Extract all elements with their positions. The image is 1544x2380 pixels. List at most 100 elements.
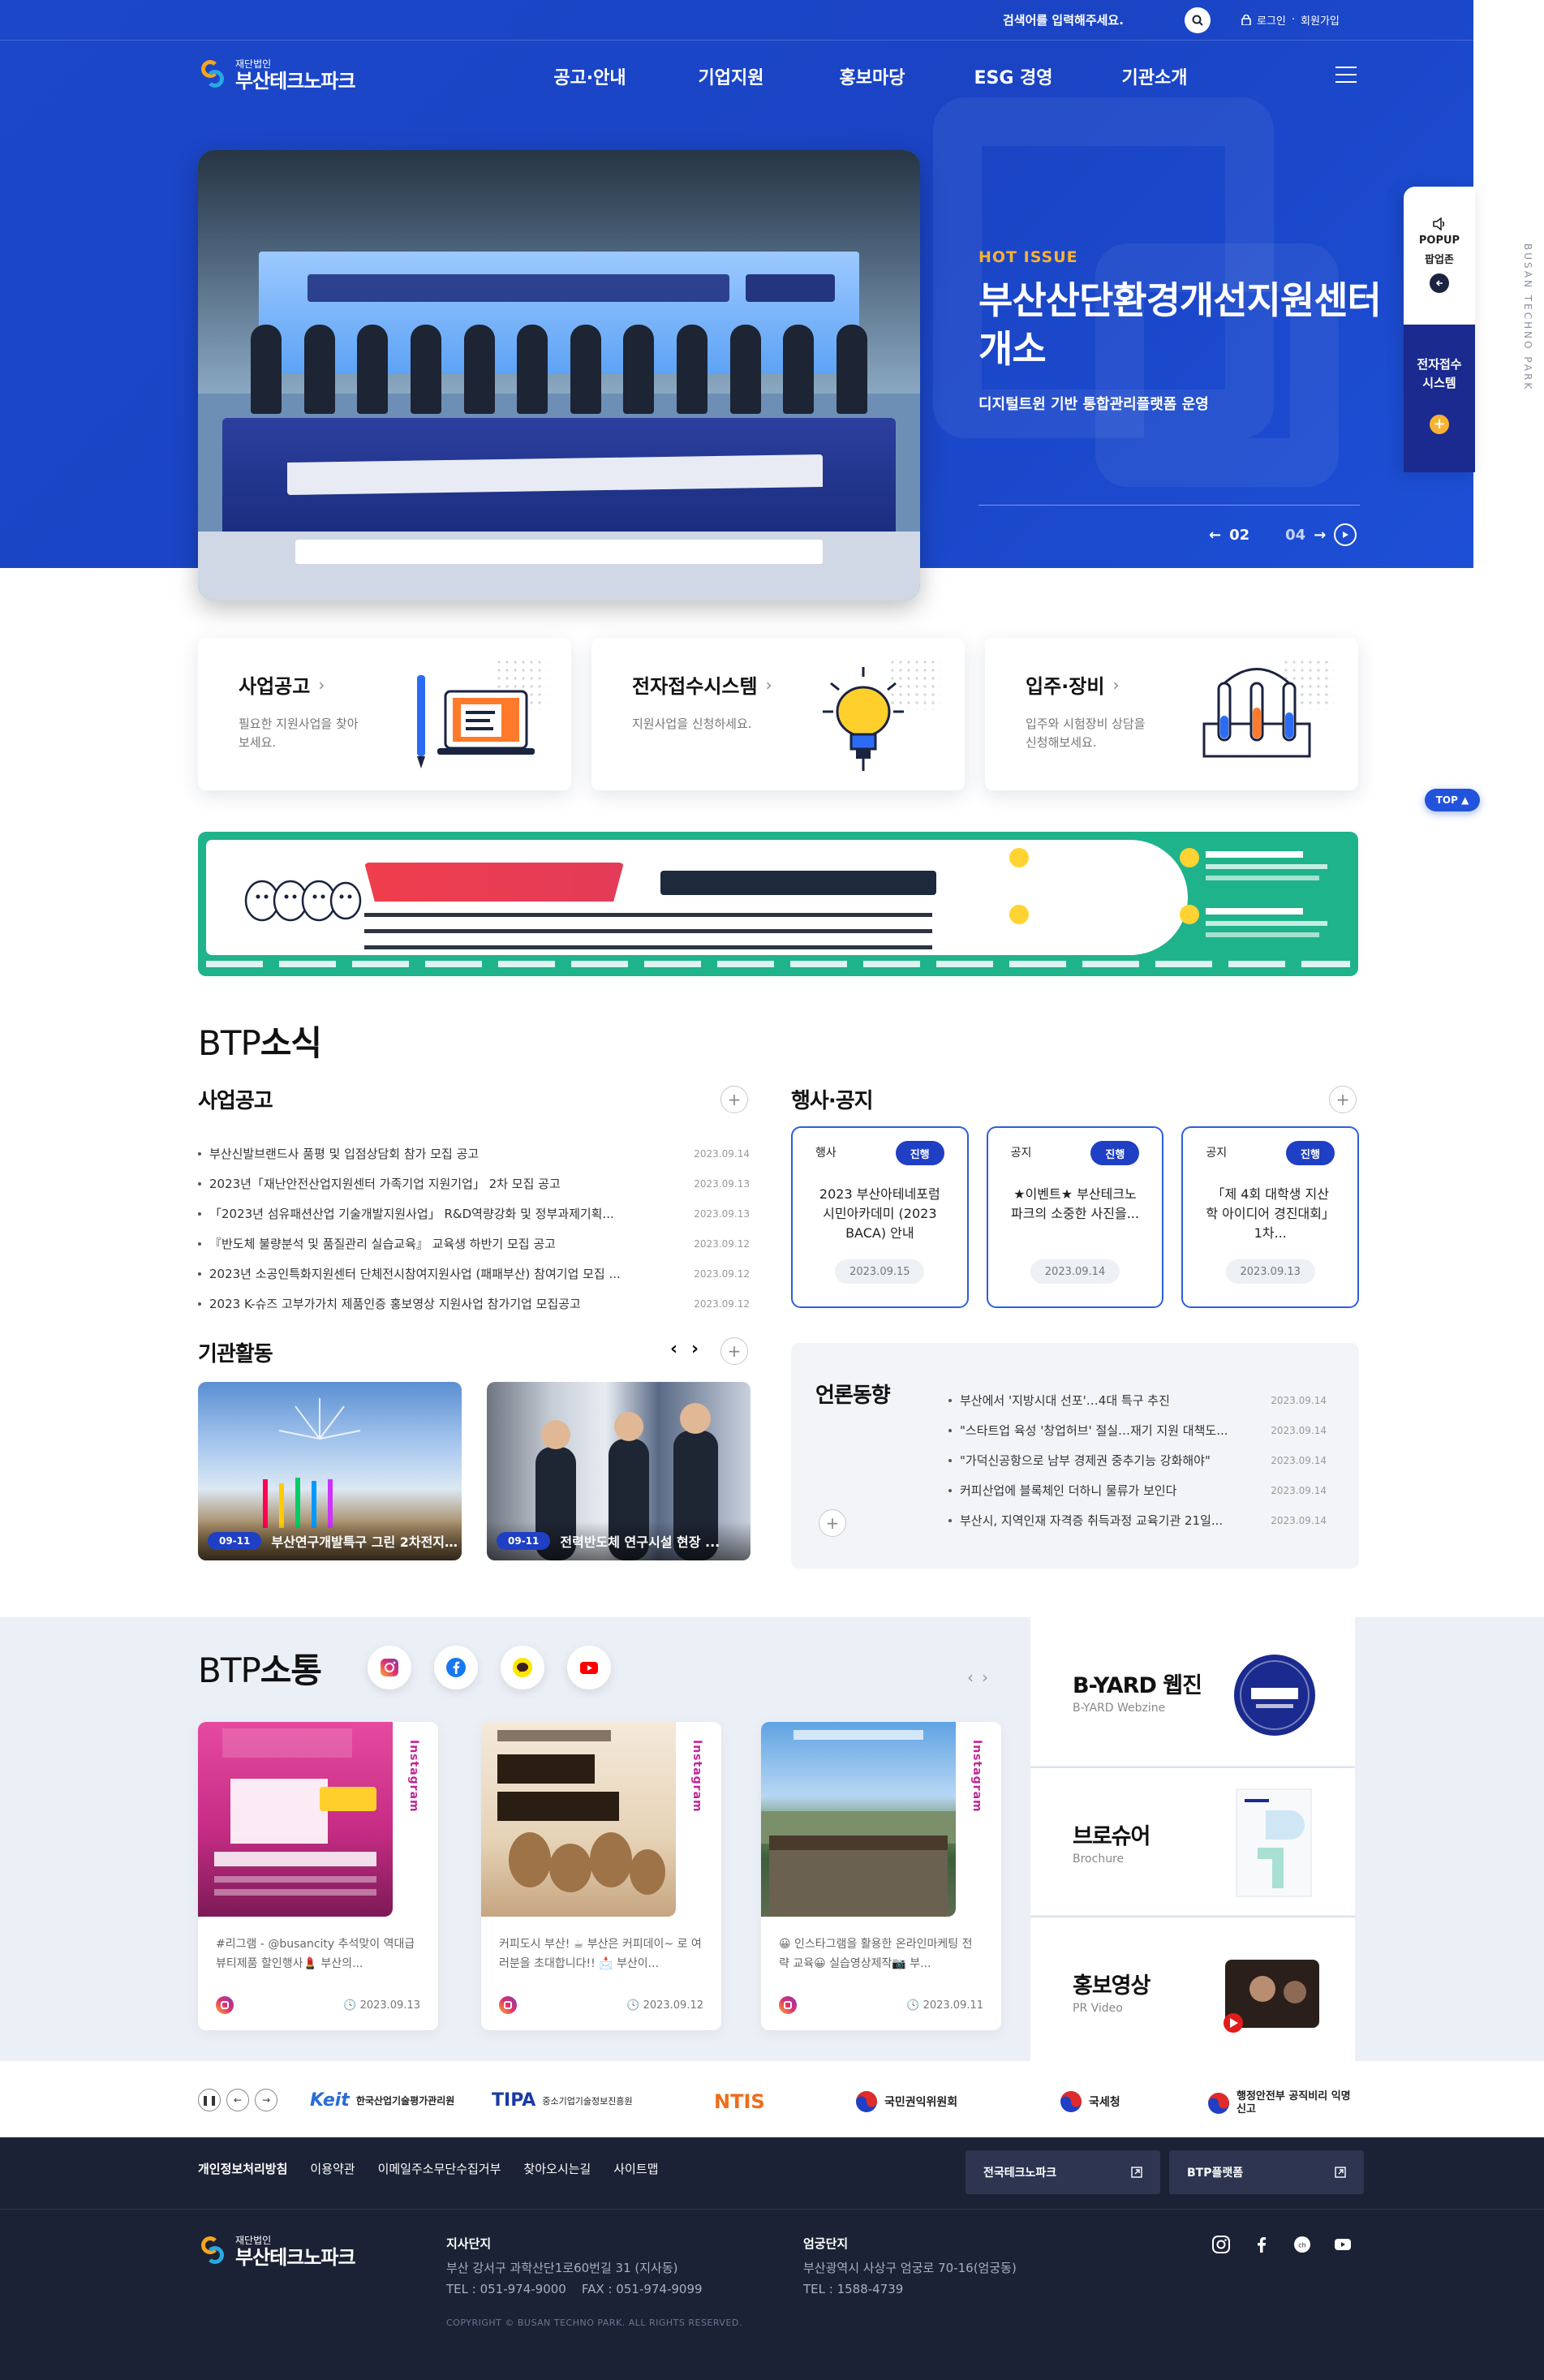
top-label: TOP	[1435, 794, 1458, 806]
facebook-icon[interactable]	[1252, 2235, 1271, 2254]
search-input[interactable]: 검색어를 입력해주세요.	[1003, 11, 1124, 28]
family-site-nts[interactable]: 국세청	[1060, 2090, 1120, 2113]
sns-post-card[interactable]: Instagram 😀 인스타그램을 활용한 온라인마케팅 전략 교육😀 실습영…	[761, 1722, 1001, 2030]
family-site-acrc[interactable]: 국민권익위원회	[855, 2090, 957, 2113]
arrow-left-icon[interactable]: ←	[226, 2089, 249, 2111]
event-card[interactable]: 행사 진행 2023 부산아테네포럼 시민아카데미 (2023 BACA) 안내…	[791, 1126, 969, 1308]
hamburger-menu-icon[interactable]	[1335, 67, 1357, 83]
sns-post-text: 커피도시 부산! ☕ 부산은 커피데이~ 로 여러분을 초대합니다!! 📩 부산…	[499, 1938, 702, 1970]
footer-link-privacy[interactable]: 개인정보처리방침	[198, 2160, 287, 2177]
family-site-tipa[interactable]: TIPA 중소기업기술정보진흥원	[492, 2090, 633, 2111]
nav-item-about[interactable]: 기관소개	[1084, 63, 1225, 89]
sns-post-card[interactable]: Instagram #리그램 - @busancity 추석맞이 역대급 뷰티제…	[198, 1722, 438, 2030]
gnb-menu: 공고·안내 기업지원 홍보마당 ESG 경영 기관소개	[519, 63, 1225, 89]
activity-card[interactable]: 09-11 전력반도체 연구시설 현장 ...	[487, 1382, 750, 1560]
search-button[interactable]	[1185, 7, 1211, 33]
service-card-online[interactable]: 전자접수시스템 › 지원사업을 신청하세요.	[591, 638, 965, 790]
chevron-right-icon[interactable]: ›	[982, 1668, 988, 1687]
notices-more-button[interactable]: +	[720, 1086, 748, 1113]
play-icon[interactable]	[1334, 523, 1357, 546]
footer-logo: 재단법인 부산테크노파크	[198, 2235, 356, 2267]
nav-item-support[interactable]: 기업지원	[660, 63, 802, 89]
list-item[interactable]: 『반도체 불량분석 및 품질관리 실습교육』 교육생 하반기 모집 공고 2023…	[198, 1229, 750, 1259]
nav-item-notice[interactable]: 공고·안내	[519, 63, 660, 89]
notice-date: 2023.09.13	[694, 1207, 750, 1220]
service-card-equipment[interactable]: 입주·장비 › 입주와 시험장비 상담을 신청해보세요.	[985, 638, 1358, 790]
popup-zone-button[interactable]: POPUP 팝업존	[1404, 187, 1475, 325]
service-card-notice[interactable]: 사업공고 › 필요한 지원사업을 찾아보세요.	[198, 638, 571, 790]
national-tp-button[interactable]: 전국테크노파크	[966, 2150, 1160, 2194]
list-item[interactable]: 「2023년 섬유패션산업 기술개발지원사업」 R&D역량강화 및 정부과제기획…	[198, 1199, 750, 1229]
list-item[interactable]: "스타트업 육성 '창업허브' 절실…재기 지원 대책도... 2023.09.1…	[948, 1415, 1327, 1445]
sns-post-date: 🕓 2023.09.11	[906, 1999, 983, 2012]
next-arrow-icon[interactable]: →	[1314, 527, 1326, 544]
arrow-right-icon[interactable]: →	[255, 2089, 277, 2111]
press-item-date: 2023.09.14	[1271, 1394, 1327, 1406]
video-thumbnail-icon	[1224, 1960, 1319, 2033]
prev-arrow-icon[interactable]: ←	[1209, 527, 1221, 544]
list-item[interactable]: 부산에서 '지방시대 선포'…4대 특구 추진 2023.09.14	[948, 1385, 1327, 1415]
chevron-left-icon[interactable]: ‹	[967, 1668, 974, 1687]
activity-date: 09-11	[497, 1532, 551, 1550]
list-item[interactable]: 2023년「재난안전산업지원센터 가족기업 지원기업」 2차 모집 공고 2023…	[198, 1168, 750, 1199]
event-banner[interactable]	[198, 832, 1358, 976]
nav-item-promotion[interactable]: 홍보마당	[802, 63, 943, 89]
instagram-label: Instagram	[690, 1740, 703, 1813]
kakao-icon[interactable]	[501, 1646, 544, 1689]
join-link[interactable]: 회원가입	[1301, 12, 1340, 28]
keit-logo-mark: Keit	[310, 2090, 350, 2111]
hero-photo[interactable]	[198, 150, 920, 600]
notice-title: 2023년「재난안전산업지원센터 가족기업 지원기업」 2차 모집 공고	[198, 1175, 660, 1192]
list-item[interactable]: "가덕신공항으로 남부 경제권 중추기능 강화해야" 2023.09.14	[948, 1445, 1327, 1475]
footer-link-terms[interactable]: 이용약관	[310, 2160, 355, 2177]
hero-label: HOT ISSUE	[978, 248, 1078, 266]
list-item[interactable]: 부산신발브랜드사 품평 및 입점상담회 참가 모집 공고 2023.09.14	[198, 1138, 750, 1168]
site-logo[interactable]: 재단법인 부산테크노파크	[198, 58, 356, 91]
btp-platform-button[interactable]: BTP플랫폼	[1169, 2150, 1364, 2194]
footer-link-sitemap[interactable]: 사이트맵	[613, 2160, 658, 2177]
events-more-button[interactable]: +	[1329, 1086, 1357, 1113]
webzine-panel[interactable]: B-YARD 웹진 B-YARD Webzine	[1030, 1617, 1355, 1766]
branch-contact: TEL : 1588-4739	[803, 2282, 904, 2296]
family-site-mois[interactable]: 행정안전부 공직비리 익명신고	[1207, 2090, 1358, 2116]
instagram-icon[interactable]	[368, 1646, 411, 1689]
activity-title: 기관활동	[198, 1342, 273, 1366]
login-link[interactable]: 로그인	[1257, 12, 1286, 28]
brochure-panel[interactable]: 브로슈어 Brochure	[1030, 1767, 1355, 1915]
list-item[interactable]: 2023 K-슈즈 고부가가치 제품인증 홍보영상 지원사업 참가기업 모집공고…	[198, 1289, 750, 1319]
press-more-button[interactable]: +	[819, 1509, 846, 1537]
popup-label: POPUP	[1418, 235, 1460, 247]
list-item[interactable]: 부산시, 지역인재 자격증 취득과정 교육기관 21일... 2023.09.14	[948, 1505, 1327, 1535]
kakao-icon[interactable]: ch	[1292, 2235, 1312, 2254]
family-site-keit[interactable]: Keit 한국산업기술평가관리원	[310, 2090, 454, 2111]
activity-date: 09-11	[208, 1532, 262, 1550]
instagram-icon[interactable]	[1211, 2235, 1231, 2254]
list-item[interactable]: 커피산업에 블록체인 더하니 물류가 보인다 2023.09.14	[948, 1475, 1327, 1505]
nav-item-esg[interactable]: ESG 경영	[943, 63, 1084, 89]
footer-link-directions[interactable]: 찾아오시는길	[523, 2160, 591, 2177]
hero-title[interactable]: 부산산단환경개선지원센터 개소	[978, 276, 1400, 373]
service-title: 입주·장비	[1026, 675, 1105, 698]
panel-subtitle: B-YARD Webzine	[1073, 1702, 1166, 1715]
sns-post-card[interactable]: Instagram 커피도시 부산! ☕ 부산은 커피데이~ 로 여러분을 초대…	[481, 1722, 721, 2030]
pause-icon[interactable]: ❚❚	[198, 2089, 221, 2111]
panel-title: 브로슈어	[1073, 1824, 1150, 1849]
event-card[interactable]: 공지 진행 ★이벤트★ 부산테크노파크의 소중한 사진을... 2023.09.…	[986, 1126, 1164, 1308]
footer-link-email-policy[interactable]: 이메일주소무단수집거부	[378, 2160, 501, 2177]
youtube-icon[interactable]	[567, 1646, 611, 1689]
pager-total: 04	[1285, 526, 1306, 544]
activity-more-button[interactable]: +	[720, 1337, 748, 1365]
chevron-right-icon[interactable]: ›	[691, 1339, 699, 1359]
chevron-left-icon[interactable]: ‹	[670, 1339, 677, 1359]
facebook-icon[interactable]	[434, 1646, 478, 1689]
notice-title: 부산신발브랜드사 품평 및 입점상담회 참가 모집 공고	[198, 1145, 660, 1162]
family-site-ntis[interactable]: NTIS	[714, 2090, 765, 2113]
event-card[interactable]: 공지 진행 「제 4회 대학생 지산학 아이디어 경진대회」 1차... 202…	[1181, 1126, 1360, 1308]
activity-card[interactable]: 09-11 부산연구개발특구 그린 2차전지 생산공장 기공식...	[198, 1382, 462, 1560]
video-panel[interactable]: 홍보영상 PR Video	[1030, 1916, 1355, 2064]
youtube-icon[interactable]	[1333, 2235, 1353, 2254]
list-item[interactable]: 2023년 소공인특화지원센터 단체전시참여지원사업 (패패부산) 참여기업 모…	[198, 1259, 750, 1289]
top-button[interactable]: TOP ▲	[1425, 789, 1480, 811]
chevron-right-icon: ›	[1112, 674, 1120, 695]
online-application-button[interactable]: 전자접수 시스템 +	[1404, 325, 1475, 472]
